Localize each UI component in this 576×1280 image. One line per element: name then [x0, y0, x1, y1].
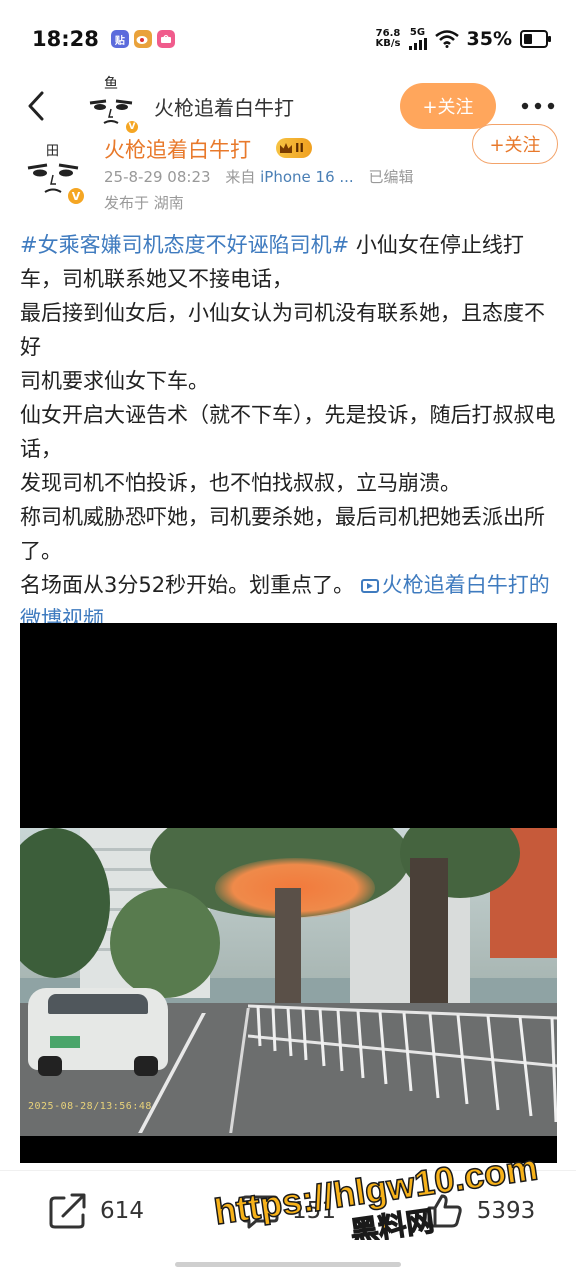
- avatar-char: 鱼: [104, 76, 118, 92]
- net-speed-unit: KB/s: [375, 38, 401, 49]
- crown-icon: [280, 143, 292, 153]
- more-dots-icon: [521, 102, 555, 110]
- text-line: #女乘客嫌司机态度不好诬陷司机# 小仙女在停止线打车，司机联系她又不接电话，: [20, 228, 560, 296]
- post-text: #女乘客嫌司机态度不好诬陷司机# 小仙女在停止线打车，司机联系她又不接电话， 最…: [20, 228, 560, 636]
- text-line: 称司机威胁恐吓她，司机要杀她，最后司机把她丢派出所了。: [20, 505, 545, 563]
- author-avatar[interactable]: 田 V: [22, 142, 86, 206]
- like-button[interactable]: 5393: [384, 1192, 576, 1230]
- post-meta: 25-8-29 08:23 来自 iPhone 16 ... 已编辑: [104, 166, 413, 187]
- home-indicator[interactable]: [175, 1262, 401, 1267]
- follow-author-button[interactable]: +关注: [472, 124, 558, 164]
- network-type: 5G: [409, 27, 426, 38]
- post-date: 25-8-29 08:23: [104, 168, 211, 186]
- text-line: 仙女开启大诬告术（就不下车），先是投诉，随后打叔叔电话，: [20, 403, 556, 461]
- share-count: 614: [100, 1197, 144, 1224]
- text-line: 最后接到仙女后，小仙女认为司机没有联系她，且态度不好: [20, 301, 545, 359]
- comment-count: 151: [292, 1197, 336, 1224]
- weibo-icon: [133, 30, 152, 48]
- share-button[interactable]: 614: [0, 1192, 192, 1230]
- chevron-left-icon: [28, 91, 44, 121]
- tieba-icon: 贴: [110, 30, 129, 48]
- text-line: 发现司机不怕投诉，也不怕找叔叔，立马崩溃。: [20, 471, 461, 495]
- battery-percent: 35%: [466, 28, 512, 50]
- page-title: 火枪追着白牛打: [154, 95, 294, 120]
- wifi-icon: [434, 30, 459, 48]
- more-button[interactable]: [518, 86, 558, 126]
- cell-signal-icon: 5G: [408, 27, 427, 50]
- comment-button[interactable]: 151: [192, 1192, 384, 1230]
- like-count: 5393: [476, 1197, 536, 1224]
- hashtag-link[interactable]: #女乘客嫌司机态度不好诬陷司机#: [20, 233, 349, 257]
- follow-button[interactable]: +关注: [400, 83, 496, 129]
- verified-badge-icon: V: [124, 119, 140, 135]
- net-speed: 76.8 KB/s: [376, 29, 401, 49]
- level-value: II: [295, 141, 304, 155]
- video-timestamp: 2025-08-28/13:56:48: [28, 1101, 152, 1112]
- text-line-content: 名场面从3分52秒开始。划重点了。: [20, 573, 355, 597]
- action-bar: 614 151 5393: [0, 1170, 576, 1250]
- video-link-icon: [360, 579, 379, 593]
- comment-icon: [241, 1195, 279, 1228]
- car: [28, 988, 168, 1076]
- share-icon: [49, 1193, 86, 1228]
- shop-icon: [156, 30, 175, 48]
- video-frame: 2025-08-28/13:56:48: [20, 828, 557, 1136]
- status-indicators: 76.8 KB/s 5G 35%: [376, 27, 551, 50]
- battery-icon: [520, 30, 551, 48]
- avatar[interactable]: 鱼 V: [84, 76, 140, 135]
- edited-label[interactable]: 已编辑: [368, 168, 413, 186]
- thumbs-up-icon: [427, 1194, 462, 1227]
- post-location: 发布于 湖南: [104, 194, 184, 212]
- text-line: 司机要求仙女下车。: [20, 369, 209, 393]
- status-time: 18:28: [32, 27, 99, 51]
- verified-badge-icon: V: [66, 186, 86, 206]
- notification-icons: 贴: [110, 30, 175, 48]
- from-label: 来自: [225, 168, 256, 186]
- video-player[interactable]: 2025-08-28/13:56:48: [20, 623, 557, 1163]
- fence: [248, 1004, 557, 1123]
- post-device[interactable]: iPhone 16 ...: [260, 168, 354, 186]
- status-bar: 18:28 贴 76.8 KB/s 5G 35%: [0, 0, 576, 78]
- author-name[interactable]: 火枪追着白牛打: [104, 134, 251, 164]
- back-button[interactable]: [18, 88, 54, 124]
- avatar-char: 田: [46, 144, 60, 159]
- level-badge: II: [276, 138, 312, 158]
